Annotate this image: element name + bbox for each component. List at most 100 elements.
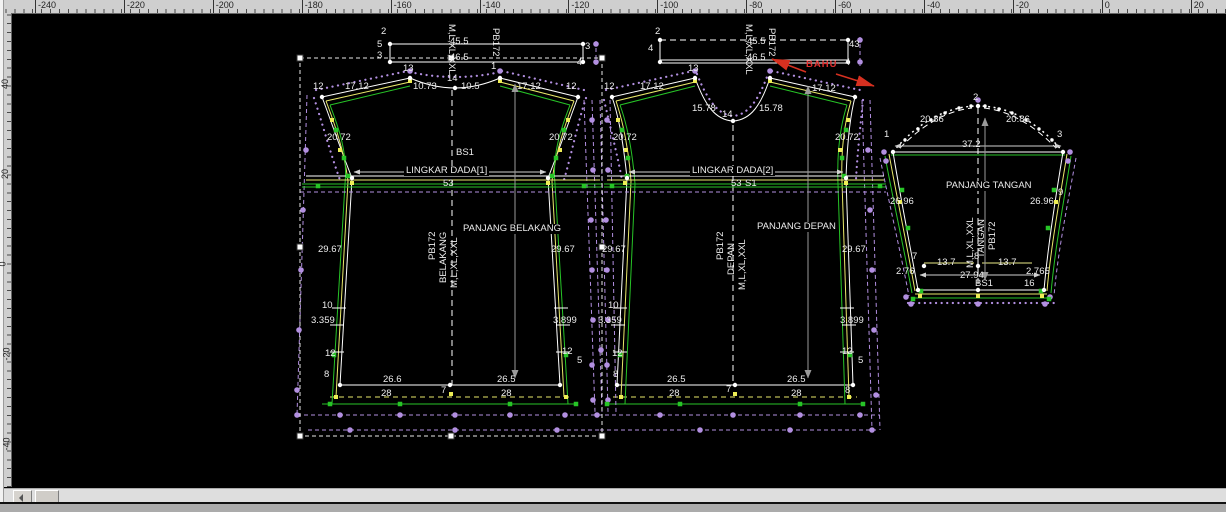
pattern-node[interactable] [590,397,596,403]
pattern-node[interactable] [508,402,513,407]
pattern-node[interactable] [844,128,849,133]
pattern-node[interactable] [296,327,302,333]
pattern-node[interactable] [844,181,848,185]
pattern-node[interactable] [452,427,458,433]
pattern-node[interactable] [1046,226,1051,231]
pattern-node[interactable] [605,317,611,323]
pattern-node[interactable] [1061,150,1065,154]
pattern-node[interactable] [581,42,585,46]
pattern-node[interactable] [564,353,569,358]
pattern-node[interactable] [294,412,300,418]
pattern-node[interactable] [550,174,555,179]
pattern-node[interactable] [848,353,853,358]
pattern-node[interactable] [346,174,351,179]
pattern-node[interactable] [452,412,458,418]
pattern-node[interactable] [610,95,614,99]
pattern-node[interactable] [840,156,845,161]
pattern-node[interactable] [911,297,916,302]
pattern-node[interactable] [589,267,595,273]
pattern-node[interactable] [733,170,737,174]
pattern-node[interactable] [975,97,981,103]
pattern-node[interactable] [590,167,596,173]
pattern-node[interactable] [975,301,981,307]
pattern-node[interactable] [554,156,559,161]
pattern-node[interactable] [605,402,610,407]
pattern-node[interactable] [943,111,946,114]
pattern-node[interactable] [330,118,334,122]
pattern-node[interactable] [969,104,972,107]
pattern-node[interactable] [338,383,342,387]
pattern-node[interactable] [616,118,620,122]
pattern-node[interactable] [767,68,773,74]
pattern-node[interactable] [903,138,906,141]
pattern-node[interactable] [388,42,392,46]
pattern-node[interactable] [588,217,594,223]
pattern-node[interactable] [546,176,550,180]
pattern-node[interactable] [449,392,453,396]
pattern-node[interactable] [581,60,585,64]
pattern-node[interactable] [857,59,863,65]
pattern-node[interactable] [1010,111,1013,114]
pattern-node[interactable] [350,176,354,180]
pattern-node[interactable] [768,76,772,80]
pattern-node[interactable] [624,148,628,152]
pattern-node[interactable] [1052,188,1057,193]
pattern-node[interactable] [846,118,850,122]
pattern-node[interactable] [906,226,911,231]
pattern-node[interactable] [604,267,610,273]
sleeve-piece[interactable] [880,106,1076,303]
pattern-node[interactable] [731,119,735,123]
pattern-node[interactable] [558,148,562,152]
pattern-node[interactable] [546,181,550,185]
pattern-node[interactable] [838,148,842,152]
pattern-node[interactable] [851,383,855,387]
pattern-node[interactable] [657,412,663,418]
pattern-node[interactable] [453,86,457,90]
pattern-node[interactable] [983,104,986,107]
selection-handle[interactable] [297,55,303,61]
pattern-node[interactable] [867,207,873,213]
pattern-node[interactable] [733,383,737,387]
pattern-node[interactable] [1037,127,1040,130]
pattern-node[interactable] [693,76,697,80]
pattern-node[interactable] [298,267,304,273]
pattern-node[interactable] [589,362,595,368]
pattern-node[interactable] [730,412,736,418]
pattern-node[interactable] [619,395,623,399]
pattern-node[interactable] [448,383,452,387]
pattern-node[interactable] [857,37,863,43]
pattern-node[interactable] [857,412,863,418]
pattern-node[interactable] [891,150,895,154]
pattern-node[interactable] [594,412,600,418]
pattern-node[interactable] [350,181,354,185]
pattern-node[interactable] [604,117,610,123]
pattern-node[interactable] [787,427,793,433]
pattern-node[interactable] [507,412,513,418]
pattern-node[interactable] [976,288,980,292]
pattern-node[interactable] [582,184,587,189]
pattern-node[interactable] [574,402,579,407]
pattern-node[interactable] [869,427,875,433]
pattern-node[interactable] [873,392,879,398]
pattern-node[interactable] [918,294,922,298]
pattern-node[interactable] [692,68,698,74]
pattern-node[interactable] [625,176,629,180]
pattern-node[interactable] [1042,301,1048,307]
selection-handle[interactable] [599,55,605,61]
pattern-node[interactable] [564,395,568,399]
pattern-node[interactable] [566,118,570,122]
collar-left-piece[interactable] [390,41,596,65]
pattern-node[interactable] [593,59,599,65]
pattern-node[interactable] [338,148,342,152]
pattern-node[interactable] [678,402,683,407]
pattern-node[interactable] [869,267,875,273]
pattern-node[interactable] [922,264,926,268]
pattern-node[interactable] [847,395,851,399]
pattern-node[interactable] [797,412,803,418]
pattern-node[interactable] [618,353,623,358]
pattern-node[interactable] [320,95,324,99]
pattern-node[interactable] [554,427,560,433]
pattern-node[interactable] [997,107,1000,110]
pattern-node[interactable] [342,156,347,161]
pattern-node[interactable] [916,288,920,292]
